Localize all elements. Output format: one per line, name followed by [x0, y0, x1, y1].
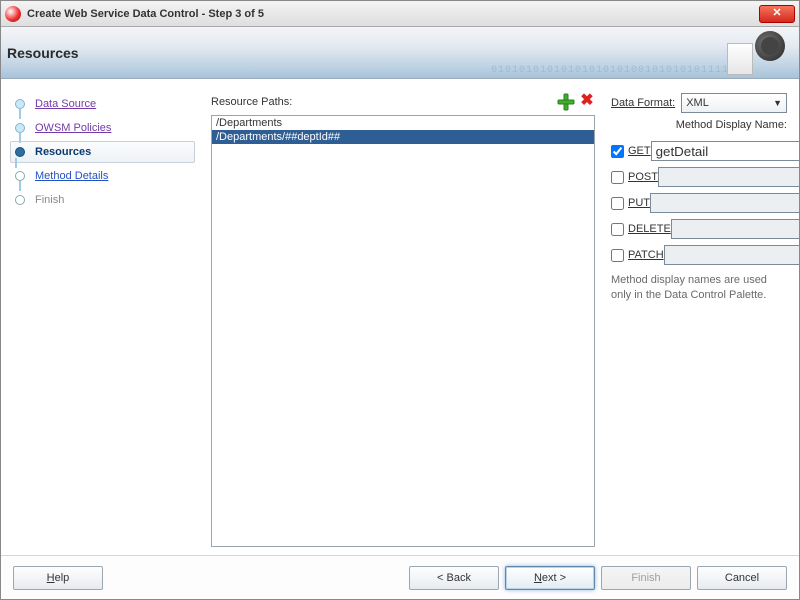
- help-button[interactable]: Help: [13, 566, 103, 590]
- main-area: Data Source OWSM Policies Resources Meth…: [1, 79, 799, 555]
- next-button-label: Next >: [534, 572, 566, 584]
- method-post-checkbox[interactable]: [611, 171, 624, 184]
- resource-paths-toolbar: ✖: [557, 93, 595, 111]
- document-icon: [727, 43, 753, 75]
- back-button[interactable]: < Back: [409, 566, 499, 590]
- wizard-steps: Data Source OWSM Policies Resources Meth…: [1, 79, 201, 555]
- list-item[interactable]: /Departments/##deptId##: [212, 130, 594, 144]
- resource-paths-label: Resource Paths:: [211, 96, 292, 108]
- step-bullet-icon: [15, 99, 25, 109]
- step-bullet-icon: [15, 147, 25, 157]
- chevron-down-icon: ▼: [773, 98, 782, 108]
- method-delete-checkbox[interactable]: [611, 223, 624, 236]
- method-put-label: PUT: [628, 197, 650, 209]
- close-button[interactable]: [759, 5, 795, 23]
- method-properties-panel: Data Format: XML ▼ Method Display Name: …: [603, 79, 799, 555]
- finish-button: Finish: [601, 566, 691, 590]
- page-title: Resources: [7, 45, 79, 61]
- step-method-details[interactable]: Method Details: [15, 165, 195, 187]
- method-put-name-input: [650, 193, 799, 213]
- step-bullet-icon: [15, 171, 25, 181]
- list-item[interactable]: /Departments: [212, 116, 594, 130]
- remove-path-button[interactable]: ✖: [579, 93, 595, 109]
- cancel-button[interactable]: Cancel: [697, 566, 787, 590]
- resource-paths-panel: Resource Paths: ✖ /Departments /Departme…: [201, 79, 603, 555]
- step-finish: Finish: [15, 189, 195, 211]
- method-delete-label: DELETE: [628, 223, 671, 235]
- step-label: Finish: [35, 194, 64, 206]
- wizard-window: Create Web Service Data Control - Step 3…: [0, 0, 800, 600]
- titlebar: Create Web Service Data Control - Step 3…: [1, 1, 799, 27]
- method-patch-checkbox[interactable]: [611, 249, 624, 262]
- method-row-put: PUT: [611, 193, 787, 213]
- data-format-row: Data Format: XML ▼: [611, 93, 787, 113]
- method-get-label: GET: [628, 145, 651, 157]
- step-label: Method Details: [35, 170, 108, 182]
- method-row-delete: DELETE: [611, 219, 787, 239]
- step-data-source: Data Source: [15, 93, 195, 115]
- method-row-patch: PATCH: [611, 245, 787, 265]
- banner-decoration-digits: 0101010101010101010100101010101111: [491, 65, 729, 76]
- step-label: Resources: [35, 146, 91, 158]
- step-bullet-icon: [15, 123, 25, 133]
- window-title: Create Web Service Data Control - Step 3…: [27, 8, 759, 20]
- method-post-label: POST: [628, 171, 658, 183]
- method-put-checkbox[interactable]: [611, 197, 624, 210]
- step-resources: Resources: [10, 141, 195, 163]
- data-format-select[interactable]: XML ▼: [681, 93, 787, 113]
- header-banner: Resources 010101010101010101010010101010…: [1, 27, 799, 79]
- method-row-get: GET: [611, 141, 787, 161]
- method-get-name-input[interactable]: [651, 141, 799, 161]
- method-row-post: POST: [611, 167, 787, 187]
- data-format-value: XML: [686, 97, 709, 109]
- method-display-helper-text: Method display names are used only in th…: [611, 273, 787, 304]
- method-post-name-input: [658, 167, 799, 187]
- film-reel-icon: [755, 31, 785, 61]
- step-label: OWSM Policies: [35, 122, 111, 134]
- method-patch-label: PATCH: [628, 249, 664, 261]
- app-icon: [5, 6, 21, 22]
- next-button[interactable]: Next >: [505, 566, 595, 590]
- method-delete-name-input: [671, 219, 799, 239]
- method-get-checkbox[interactable]: [611, 145, 624, 158]
- step-label: Data Source: [35, 98, 96, 110]
- help-button-label: Help: [47, 572, 70, 584]
- resource-paths-list[interactable]: /Departments /Departments/##deptId##: [211, 115, 595, 547]
- finish-button-label: Finish: [631, 572, 660, 584]
- method-patch-name-input: [664, 245, 799, 265]
- step-owsm-policies[interactable]: OWSM Policies: [15, 117, 195, 139]
- step-bullet-icon: [15, 195, 25, 205]
- back-button-label: < Back: [437, 572, 471, 584]
- data-format-label: Data Format:: [611, 97, 675, 109]
- plus-icon: [557, 93, 575, 111]
- add-path-button[interactable]: [557, 93, 575, 111]
- method-display-name-label: Method Display Name:: [611, 119, 787, 131]
- cancel-button-label: Cancel: [725, 572, 759, 584]
- banner-art: [723, 29, 787, 77]
- wizard-footer: Help < Back Next > Finish Cancel: [1, 555, 799, 599]
- resource-paths-header: Resource Paths: ✖: [211, 93, 595, 111]
